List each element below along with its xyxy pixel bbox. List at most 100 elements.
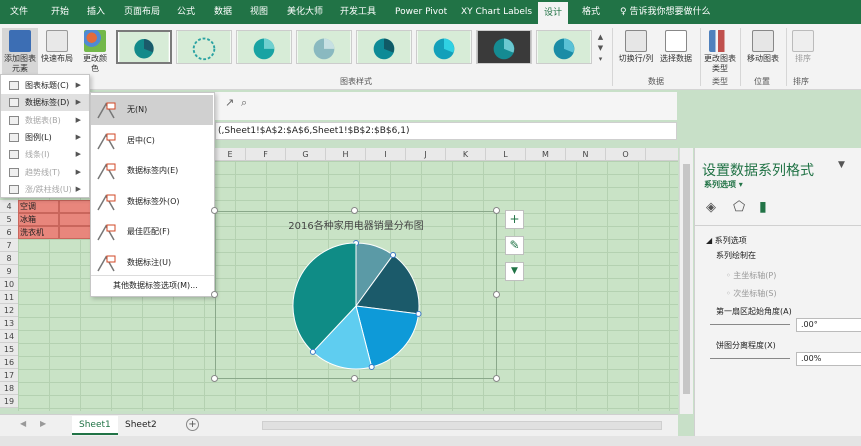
chart-style-7[interactable] [476, 30, 532, 64]
pane-menu-icon[interactable]: ▼ [838, 160, 845, 170]
row-header[interactable]: 16 [0, 356, 18, 369]
gallery-scroll[interactable]: ▲ ▼ ▾ [596, 32, 605, 66]
column-header[interactable]: G [286, 148, 326, 161]
cell[interactable]: 空调 [18, 200, 59, 213]
tab-page-layout[interactable]: 页面布局 [124, 0, 160, 24]
resize-handle[interactable] [493, 375, 500, 382]
column-header[interactable]: L [486, 148, 526, 161]
data-label-option[interactable]: 居中(C) [91, 126, 213, 156]
chart-style-2[interactable] [176, 30, 232, 64]
data-label-option[interactable]: 无(N) [91, 95, 213, 125]
vertical-scrollbar[interactable] [679, 148, 693, 414]
column-header[interactable]: H [326, 148, 366, 161]
tab-formulas[interactable]: 公式 [177, 0, 195, 24]
row-header[interactable]: 5 [0, 213, 18, 226]
change-chart-type-button[interactable]: 更改图表类型 [702, 30, 738, 74]
chart-styles-brush-button[interactable]: ✎ [505, 236, 524, 255]
cell[interactable] [59, 213, 91, 226]
column-header[interactable]: F [246, 148, 286, 161]
resize-handle[interactable] [211, 375, 218, 382]
switch-row-column-button[interactable]: 切换行/列 [617, 30, 655, 64]
column-header[interactable]: E [215, 148, 246, 161]
tab-developer[interactable]: 开发工具 [340, 0, 376, 24]
add-sheet-icon[interactable]: + [186, 418, 199, 431]
chart-element-menu-item[interactable]: 图表标题(C) ▶ [1, 77, 89, 94]
sort-button[interactable]: 排序 [789, 30, 817, 64]
chart-style-1[interactable] [116, 30, 172, 64]
column-header[interactable]: O [606, 148, 646, 161]
horizontal-scrollbar[interactable] [262, 421, 662, 430]
chart-element-menu-item[interactable]: 涨/跌柱线(U) ▶ [1, 181, 89, 198]
chart-style-8[interactable] [536, 30, 592, 64]
row-header[interactable]: 18 [0, 382, 18, 395]
resize-handle[interactable] [493, 207, 500, 214]
row-header[interactable]: 14 [0, 330, 18, 343]
chart-style-3[interactable] [236, 30, 292, 64]
chart-elements-button[interactable]: + [505, 210, 524, 229]
resize-handle[interactable] [351, 375, 358, 382]
slice-selection-handle[interactable] [390, 252, 397, 259]
angle-input[interactable]: .00° [796, 318, 861, 332]
row-header[interactable]: 8 [0, 252, 18, 265]
data-label-option[interactable]: 最佳匹配(F) [91, 217, 213, 247]
pie-plot[interactable] [288, 238, 424, 374]
slice-selection-handle[interactable] [309, 348, 316, 355]
chart-element-menu-item[interactable]: 图例(L) ▶ [1, 129, 89, 146]
chart-style-6[interactable] [416, 30, 472, 64]
tab-beautify[interactable]: 美化大师 [287, 0, 323, 24]
tab-view[interactable]: 视图 [250, 0, 268, 24]
tab-home[interactable]: 开始 [51, 0, 69, 24]
series-options-section[interactable]: ◢ 系列选项 [706, 235, 747, 246]
select-data-button[interactable]: 选择数据 [657, 30, 695, 64]
row-header[interactable]: 6 [0, 226, 18, 239]
row-header[interactable]: 10 [0, 278, 18, 291]
tab-file[interactable]: 文件 [10, 0, 28, 24]
row-header[interactable]: 13 [0, 317, 18, 330]
secondary-axis-radio[interactable]: ◦ 次坐标轴(S) [726, 288, 777, 299]
data-label-option[interactable]: 数据标注(U) [91, 248, 213, 278]
chart-element-menu-item[interactable]: 数据表(B) ▶ [1, 112, 89, 129]
column-header[interactable]: M [526, 148, 566, 161]
sheet-nav-next-icon[interactable]: ▶ [40, 419, 46, 428]
cell[interactable] [59, 200, 91, 213]
zoom-icon[interactable]: ⌕ [241, 96, 247, 110]
tab-design[interactable]: 设计 [538, 2, 569, 24]
cell[interactable]: 冰箱 [18, 213, 59, 226]
tab-data[interactable]: 数据 [214, 0, 232, 24]
cell[interactable] [59, 226, 91, 239]
column-header[interactable]: K [446, 148, 486, 161]
column-header[interactable]: I [366, 148, 406, 161]
row-header[interactable]: 7 [0, 239, 18, 252]
resize-handle[interactable] [351, 207, 358, 214]
fill-line-icon[interactable]: ◈ [706, 200, 716, 215]
row-header[interactable]: 12 [0, 304, 18, 317]
resize-handle[interactable] [211, 291, 218, 298]
row-header[interactable]: 4 [0, 200, 18, 213]
chart-filter-button[interactable]: ▼ [505, 262, 524, 281]
chart-style-5[interactable] [356, 30, 412, 64]
scroll-thumb[interactable] [683, 164, 690, 394]
formula-bar[interactable]: (,Sheet1!$A$2:$A$6,Sheet1!$B$2:$B$6,1) [215, 122, 677, 140]
sheet-tab-sheet2[interactable]: Sheet2 [118, 416, 164, 435]
slice-selection-handle[interactable] [368, 364, 375, 371]
column-header[interactable]: N [566, 148, 606, 161]
series-options-dropdown[interactable]: 系列选项 ▾ [704, 179, 743, 190]
row-header[interactable]: 19 [0, 395, 18, 408]
tab-format[interactable]: 格式 [582, 0, 600, 24]
explosion-slider[interactable] [710, 358, 790, 359]
row-header[interactable]: 15 [0, 343, 18, 356]
chart-title[interactable]: 2016各种家用电器销量分布图 [216, 217, 496, 232]
explosion-input[interactable]: .00% [796, 352, 861, 366]
chart-element-menu-item[interactable]: 线条(I) ▶ [1, 146, 89, 163]
chart-style-4[interactable] [296, 30, 352, 64]
resize-handle[interactable] [211, 207, 218, 214]
series-options-icon[interactable]: ▮ [759, 199, 767, 215]
data-label-option[interactable]: 数据标签外(O) [91, 187, 213, 217]
tab-power-pivot[interactable]: Power Pivot [395, 0, 447, 24]
chart-area[interactable]: 2016各种家用电器销量分布图 [215, 211, 497, 379]
add-chart-element-button[interactable]: 添加图表元素 [2, 28, 38, 74]
sheet-nav-prev-icon[interactable]: ◀ [20, 419, 26, 428]
data-label-option[interactable]: 数据标签内(E) [91, 156, 213, 186]
chart-element-menu-item[interactable]: 趋势线(T) ▶ [1, 164, 89, 181]
move-chart-button[interactable]: 移动图表 [743, 30, 783, 64]
